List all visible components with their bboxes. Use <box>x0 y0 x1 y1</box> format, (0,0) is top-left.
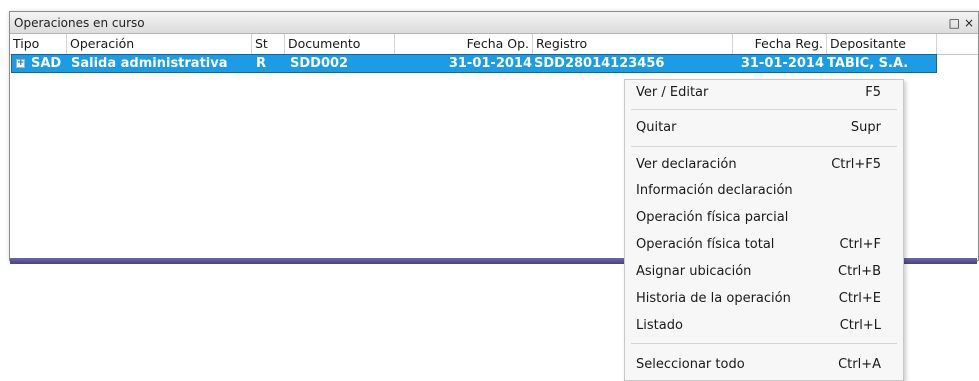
menu-item-operacion-fisica-total[interactable]: Operación física total Ctrl+F <box>625 232 903 258</box>
column-header-operacion[interactable]: Operación <box>67 34 252 54</box>
cell-tipo: SAD <box>31 56 62 71</box>
column-header-tipo[interactable]: Tipo <box>10 34 67 54</box>
menu-item-shortcut: Ctrl+F <box>839 237 881 252</box>
menu-item-shortcut: Ctrl+L <box>839 318 881 333</box>
menu-separator <box>631 146 897 147</box>
menu-item-label: Ver declaración <box>636 157 737 172</box>
column-header-documento[interactable]: Documento <box>285 34 395 54</box>
menu-item-ver-declaracion[interactable]: Ver declaración Ctrl+F5 <box>625 152 903 178</box>
menu-item-asignar-ubicacion[interactable]: Asignar ubicación Ctrl+B <box>625 259 903 285</box>
menu-item-label: Historia de la operación <box>636 291 791 306</box>
cell-registro: SDD28014123456 <box>534 56 665 71</box>
menu-item-label: Seleccionar todo <box>636 357 745 372</box>
cell-fecha-op: 31-01-2014 <box>448 56 532 71</box>
menu-item-seleccionar-todo[interactable]: Seleccionar todo Ctrl+A <box>625 352 903 378</box>
menu-item-informacion-declaracion[interactable]: Información declaración <box>625 178 903 204</box>
menu-separator <box>631 109 897 110</box>
column-header-fecha-op[interactable]: Fecha Op. <box>395 34 533 54</box>
cell-depositante: TABIC, S.A. <box>827 56 909 71</box>
restore-icon[interactable]: □ <box>949 16 960 30</box>
table-row[interactable]: + SAD Salida administrativa R SDD002 31-… <box>11 54 937 73</box>
menu-item-operacion-fisica-parcial[interactable]: Operación física parcial <box>625 205 903 231</box>
menu-item-shortcut: Supr <box>850 120 881 135</box>
menu-item-label: Listado <box>636 318 683 333</box>
menu-item-label: Quitar <box>636 120 677 135</box>
table-header: Tipo Operación St Documento Fecha Op. Re… <box>10 34 978 55</box>
menu-item-historia-operacion[interactable]: Historia de la operación Ctrl+E <box>625 286 903 312</box>
column-header-st[interactable]: St <box>252 34 285 54</box>
menu-item-ver-editar[interactable]: Ver / Editar F5 <box>625 80 903 106</box>
menu-item-shortcut: F5 <box>865 85 881 100</box>
close-icon[interactable]: × <box>964 16 974 30</box>
menu-item-label: Ver / Editar <box>636 85 709 100</box>
menu-item-listado[interactable]: Listado Ctrl+L <box>625 313 903 339</box>
menu-item-label: Asignar ubicación <box>636 264 752 279</box>
menu-item-shortcut: Ctrl+B <box>838 264 881 279</box>
menu-item-label: Operación física total <box>636 237 775 252</box>
menu-item-shortcut: Ctrl+E <box>838 291 881 306</box>
column-header-fecha-reg[interactable]: Fecha Reg. <box>733 34 827 54</box>
cell-fecha-reg: 31-01-2014 <box>740 56 824 71</box>
menu-item-label: Operación física parcial <box>636 210 789 225</box>
panel-controls: □ × <box>949 16 978 30</box>
menu-item-label: Información declaración <box>636 183 793 198</box>
column-header-depositante[interactable]: Depositante <box>827 34 937 54</box>
menu-item-quitar[interactable]: Quitar Supr <box>625 115 903 141</box>
panel-titlebar: Operaciones en curso □ × <box>10 12 978 34</box>
column-header-registro[interactable]: Registro <box>533 34 733 54</box>
cell-st: R <box>256 56 267 71</box>
context-menu: Ver / Editar F5 Quitar Supr Ver declarac… <box>624 79 904 381</box>
menu-item-shortcut: Ctrl+F5 <box>831 157 881 172</box>
menu-item-shortcut: Ctrl+A <box>838 357 881 372</box>
menu-separator <box>631 343 897 344</box>
cell-documento: SDD002 <box>290 56 349 71</box>
expand-icon[interactable]: + <box>16 59 25 68</box>
cell-operacion: Salida administrativa <box>71 56 228 71</box>
panel-title: Operaciones en curso <box>14 15 145 30</box>
